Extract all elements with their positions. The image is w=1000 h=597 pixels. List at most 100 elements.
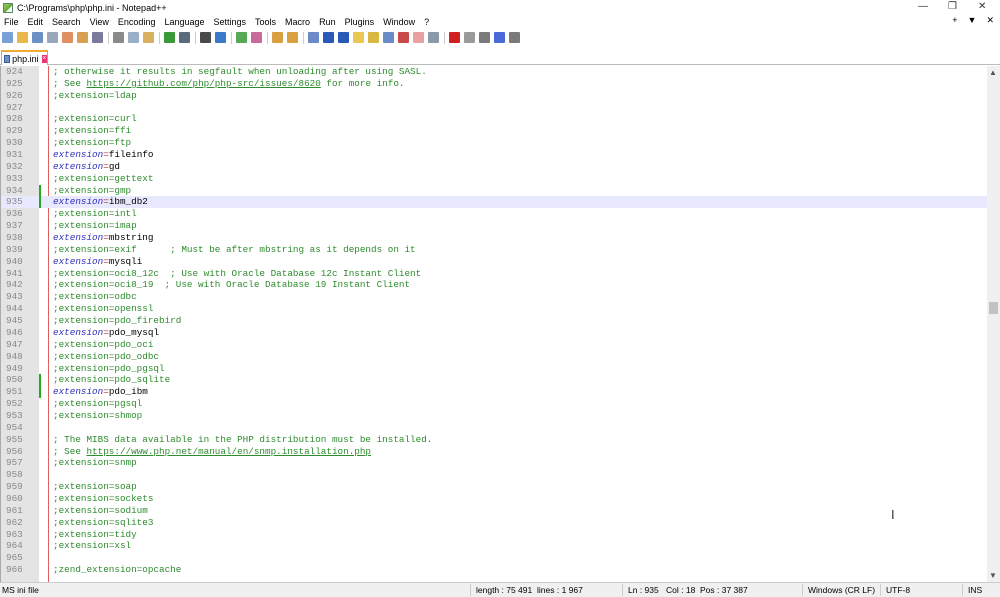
- editor-line[interactable]: 945 ;extension=pdo_firebird: [1, 315, 987, 327]
- vertical-scrollbar[interactable]: ▲ ▼: [987, 66, 1000, 582]
- editor-line[interactable]: 931 extension=fileinfo: [1, 149, 987, 161]
- close-all-icon[interactable]: [77, 32, 88, 43]
- menu-edit[interactable]: Edit: [28, 17, 44, 27]
- editor-line[interactable]: 935 extension=ibm_db2: [1, 196, 987, 209]
- menu-window[interactable]: Window: [383, 17, 415, 27]
- editor-line[interactable]: 960 ;extension=sockets: [1, 493, 987, 505]
- print-icon[interactable]: [92, 32, 103, 43]
- editor-line[interactable]: 944 ;extension=openssl: [1, 303, 987, 315]
- editor[interactable]: 924 ; otherwise it results in segfault wh…: [0, 66, 987, 582]
- tab-close-icon[interactable]: ×: [41, 54, 47, 63]
- menu-file[interactable]: File: [4, 17, 19, 27]
- menu-search[interactable]: Search: [52, 17, 81, 27]
- editor-line[interactable]: 939 ;extension=exif ; Must be after mbstr…: [1, 244, 987, 256]
- editor-line[interactable]: 938 extension=mbstring: [1, 232, 987, 244]
- editor-line[interactable]: 937 ;extension=imap: [1, 220, 987, 232]
- editor-line[interactable]: 947 ;extension=pdo_oci: [1, 339, 987, 351]
- stop-recording-icon[interactable]: [464, 32, 475, 43]
- editor-line[interactable]: 948 ;extension=pdo_odbc: [1, 351, 987, 363]
- editor-line[interactable]: 964 ;extension=xsl: [1, 540, 987, 552]
- editor-line[interactable]: 933 ;extension=gettext: [1, 173, 987, 185]
- menu-language[interactable]: Language: [164, 17, 204, 27]
- editor-line[interactable]: 925 ; See https://github.com/php/php-src/…: [1, 78, 987, 90]
- comment-link[interactable]: https://github.com/php/php-src/issues/86…: [86, 78, 320, 89]
- new-file-icon[interactable]: [2, 32, 13, 43]
- editor-line[interactable]: 943 ;extension=odbc: [1, 291, 987, 303]
- show-all-characters-icon[interactable]: [323, 32, 334, 43]
- undo-icon[interactable]: [164, 32, 175, 43]
- indent-guide-icon[interactable]: [338, 32, 349, 43]
- menu-view[interactable]: View: [90, 17, 109, 27]
- editor-line[interactable]: 924 ; otherwise it results in segfault wh…: [1, 66, 987, 78]
- menu-run[interactable]: Run: [319, 17, 336, 27]
- minimize-button[interactable]: —: [918, 1, 928, 12]
- paste-icon[interactable]: [143, 32, 154, 43]
- editor-line[interactable]: 966 ;zend_extension=opcache: [1, 564, 987, 576]
- function-list-icon[interactable]: [383, 32, 394, 43]
- editor-line[interactable]: 956 ; See https://www.php.net/manual/en/s…: [1, 446, 987, 458]
- menu-tools[interactable]: Tools: [255, 17, 276, 27]
- open-file-icon[interactable]: [17, 32, 28, 43]
- word-wrap-icon[interactable]: [308, 32, 319, 43]
- sync-vertical-icon[interactable]: [272, 32, 283, 43]
- editor-line[interactable]: 932 extension=gd: [1, 161, 987, 173]
- record-macro-icon[interactable]: [449, 32, 460, 43]
- zoom-in-icon[interactable]: [236, 32, 247, 43]
- editor-line[interactable]: 949 ;extension=pdo_pgsql: [1, 363, 987, 375]
- editor-line[interactable]: 950 ;extension=pdo_sqlite: [1, 374, 987, 387]
- comment-link[interactable]: https://www.php.net/manual/en/snmp.insta…: [86, 446, 371, 457]
- scroll-up-arrow-icon[interactable]: ▲: [989, 68, 997, 77]
- monitoring-icon[interactable]: [428, 32, 439, 43]
- editor-line[interactable]: 934 ;extension=gmp: [1, 184, 987, 197]
- close-icon[interactable]: [62, 32, 73, 43]
- editor-line[interactable]: 942 ;extension=oci8_19 ; Use with Oracle …: [1, 279, 987, 291]
- editor-line[interactable]: 941 ;extension=oci8_12c ; Use with Oracle…: [1, 268, 987, 280]
- playback-macro-icon[interactable]: [479, 32, 490, 43]
- tab-list-button[interactable]: ▼: [968, 15, 977, 26]
- editor-line[interactable]: 927: [1, 102, 987, 114]
- editor-line[interactable]: 930 ;extension=ftp: [1, 137, 987, 149]
- editor-line[interactable]: 963 ;extension=tidy: [1, 529, 987, 541]
- editor-line[interactable]: 965: [1, 552, 987, 564]
- editor-line[interactable]: 961 ;extension=sodium: [1, 505, 987, 517]
- replace-icon[interactable]: [215, 32, 226, 43]
- editor-line[interactable]: 926 ;extension=ldap: [1, 90, 987, 102]
- editor-line[interactable]: 940 extension=mysqli: [1, 256, 987, 268]
- save-icon[interactable]: [32, 32, 43, 43]
- editor-line[interactable]: 962 ;extension=sqlite3: [1, 517, 987, 529]
- close-tab-button[interactable]: ✕: [986, 15, 994, 26]
- new-tab-button[interactable]: +: [952, 15, 957, 26]
- editor-line[interactable]: 951 extension=pdo_ibm: [1, 386, 987, 399]
- save-macro-icon[interactable]: [509, 32, 520, 43]
- document-list-icon[interactable]: [413, 32, 424, 43]
- redo-icon[interactable]: [179, 32, 190, 43]
- editor-line[interactable]: 958: [1, 469, 987, 481]
- menu-help[interactable]: ?: [424, 17, 429, 27]
- editor-line[interactable]: 946 extension=pdo_mysql: [1, 327, 987, 339]
- tab-php-ini[interactable]: php.ini ×: [1, 50, 48, 65]
- document-map-icon[interactable]: [368, 32, 379, 43]
- editor-line[interactable]: 952 ;extension=pgsql: [1, 398, 987, 410]
- menu-settings[interactable]: Settings: [214, 17, 247, 27]
- menu-encoding[interactable]: Encoding: [118, 17, 156, 27]
- editor-line[interactable]: 954: [1, 422, 987, 434]
- run-macro-multiple-icon[interactable]: [494, 32, 505, 43]
- editor-line[interactable]: 957 ;extension=snmp: [1, 457, 987, 469]
- user-defined-language-icon[interactable]: [353, 32, 364, 43]
- editor-line[interactable]: 955 ; The MIBS data available in the PHP …: [1, 434, 987, 446]
- sync-horizontal-icon[interactable]: [287, 32, 298, 43]
- copy-icon[interactable]: [128, 32, 139, 43]
- editor-line[interactable]: 959 ;extension=soap: [1, 481, 987, 493]
- editor-line[interactable]: 929 ;extension=ffi: [1, 125, 987, 137]
- zoom-out-icon[interactable]: [251, 32, 262, 43]
- editor-line[interactable]: 928 ;extension=curl: [1, 113, 987, 125]
- editor-line[interactable]: 936 ;extension=intl: [1, 208, 987, 220]
- find-icon[interactable]: [200, 32, 211, 43]
- restore-button[interactable]: ❐: [948, 1, 957, 12]
- folder-as-workspace-icon[interactable]: [398, 32, 409, 43]
- editor-line[interactable]: 953 ;extension=shmop: [1, 410, 987, 422]
- close-window-button[interactable]: ✕: [978, 1, 986, 12]
- save-all-icon[interactable]: [47, 32, 58, 43]
- menu-macro[interactable]: Macro: [285, 17, 310, 27]
- cut-icon[interactable]: [113, 32, 124, 43]
